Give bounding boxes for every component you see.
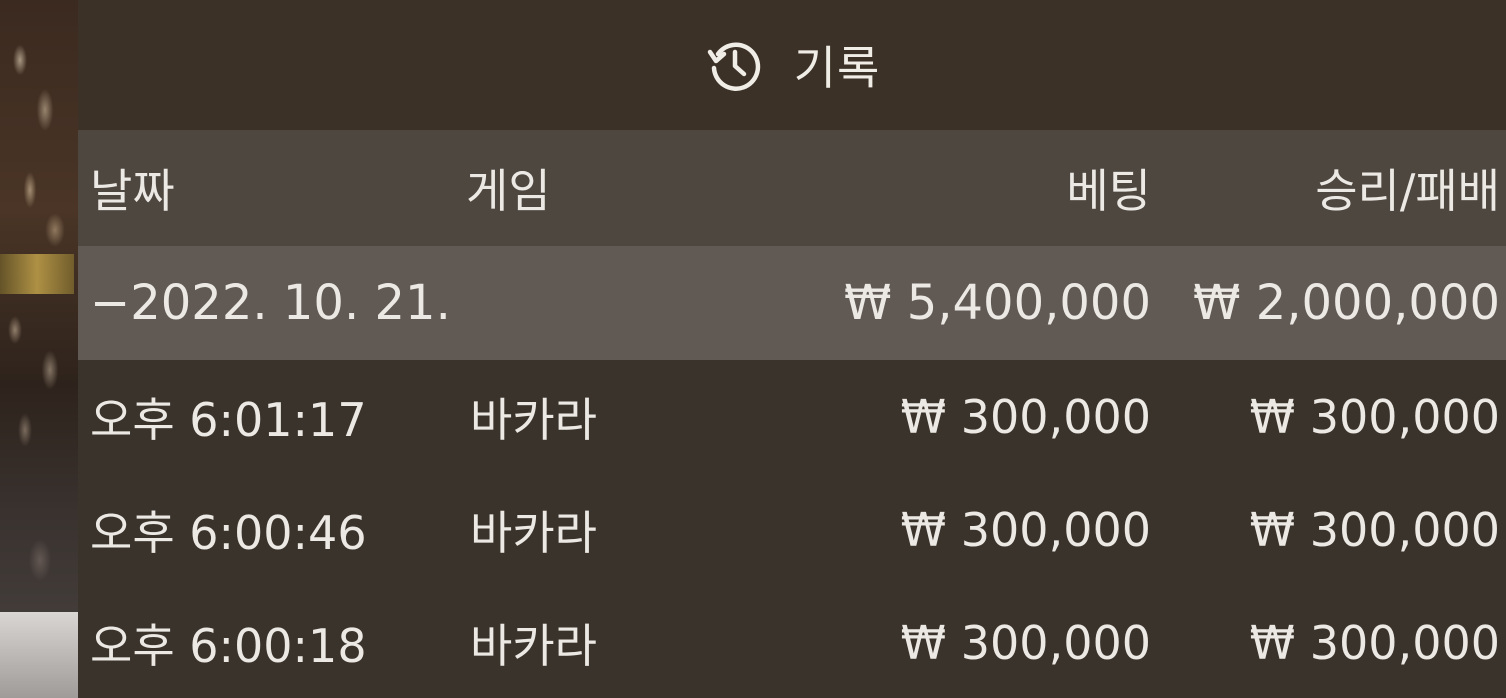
row-bet: ₩ 300,000 — [900, 502, 1151, 557]
table-row[interactable]: 오후 6:00:18 바카라 ₩ 300,000 ₩ 300,000 — [78, 586, 1506, 698]
group-bet-total: ₩ 5,400,000 — [843, 275, 1151, 331]
group-win-loss-total: ₩ 2,000,000 — [1192, 275, 1500, 331]
date-group-row[interactable]: −2022. 10. 21. ₩ 5,400,000 ₩ 2,000,000 — [78, 246, 1506, 360]
table-row[interactable]: 오후 6:00:46 바카라 ₩ 300,000 ₩ 300,000 — [78, 473, 1506, 586]
casino-background — [0, 0, 78, 698]
table-header: 날짜 게임 베팅 승리/패배 — [78, 130, 1506, 246]
row-win-loss: ₩ 300,000 — [1249, 502, 1500, 557]
row-bet: ₩ 300,000 — [900, 615, 1151, 670]
row-win-loss: ₩ 300,000 — [1249, 389, 1500, 444]
history-title-bar: 기록 — [78, 0, 1506, 130]
table-row[interactable]: 오후 6:01:17 바카라 ₩ 300,000 ₩ 300,000 — [78, 360, 1506, 473]
column-header-date: 날짜 — [90, 164, 175, 218]
history-panel: 기록 날짜 게임 베팅 승리/패배 −2022. 10. 21. ₩ 5,400… — [78, 0, 1506, 698]
column-header-win-loss: 승리/패배 — [1315, 164, 1500, 218]
row-time: 오후 6:00:18 — [90, 618, 367, 673]
row-game: 바카라 — [470, 618, 597, 673]
row-win-loss: ₩ 300,000 — [1249, 615, 1500, 670]
row-time: 오후 6:00:46 — [90, 505, 367, 560]
panel-title: 기록 — [793, 41, 881, 95]
row-bet: ₩ 300,000 — [900, 389, 1151, 444]
history-screen: 기록 날짜 게임 베팅 승리/패배 −2022. 10. 21. ₩ 5,400… — [0, 0, 1506, 698]
background-table — [0, 612, 78, 698]
background-sign — [0, 254, 74, 294]
column-header-game: 게임 — [466, 164, 551, 218]
column-header-bet: 베팅 — [1066, 164, 1151, 218]
row-time: 오후 6:01:17 — [90, 392, 367, 447]
history-icon — [704, 34, 766, 96]
row-game: 바카라 — [470, 392, 597, 447]
row-game: 바카라 — [470, 505, 597, 560]
group-date: −2022. 10. 21. — [90, 275, 451, 331]
